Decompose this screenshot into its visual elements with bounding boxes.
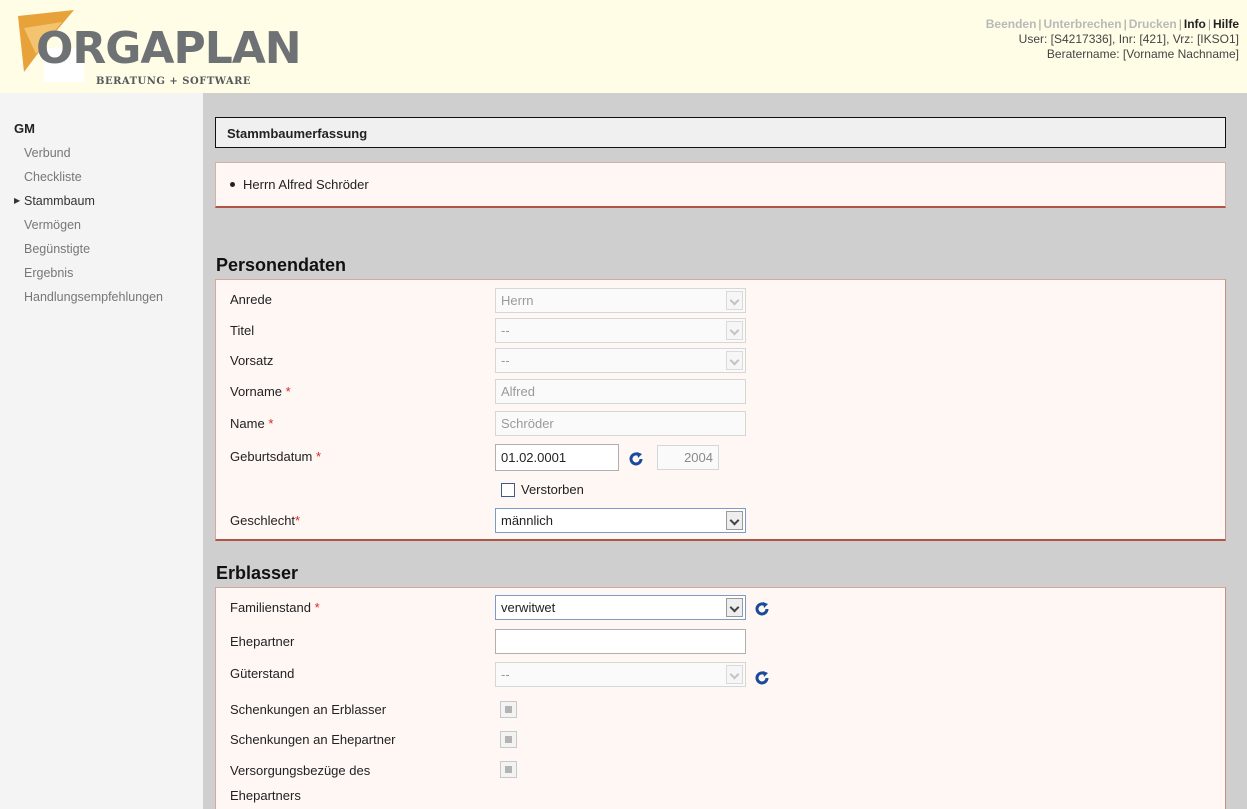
schenkungen-erblasser-checkbox[interactable]	[500, 701, 517, 718]
vorsatz-value: --	[501, 353, 510, 368]
app-header: ORGAPLAN BERATUNG + SOFTWARE Beenden | Unt…	[0, 0, 1247, 93]
geschlecht-label: Geschlecht*	[230, 513, 301, 528]
geburtsdatum-label: Geburtsdatum *	[230, 449, 322, 464]
hilfe-link[interactable]: Hilfe	[1213, 17, 1239, 31]
required-mark: *	[316, 449, 322, 464]
chevron-down-icon	[726, 598, 743, 617]
logo-wordmark: ORGAPLAN	[36, 23, 302, 74]
geburtsdatum-input[interactable]: 01.02.0001	[495, 444, 619, 471]
schenkungen-ehepartner-checkbox[interactable]	[500, 731, 517, 748]
name-input[interactable]: Schröder	[495, 411, 746, 436]
bullet-icon	[230, 182, 235, 188]
chevron-down-icon	[726, 511, 743, 530]
sidebar-item-verbund[interactable]: Verbund	[14, 144, 163, 168]
versorgungsbezuege-label-line2: Ehepartners	[230, 788, 301, 803]
ehepartner-label: Ehepartner	[230, 634, 295, 649]
familienstand-label: Familienstand *	[230, 600, 320, 615]
anrede-select[interactable]: Herrn	[495, 288, 746, 313]
person-summary: Herrn Alfred Schröder	[215, 162, 1226, 208]
vorname-label: Vorname *	[230, 384, 291, 399]
beenden-link[interactable]: Beenden	[986, 17, 1037, 31]
sidebar: GM Verbund Checkliste ▶ Stammbaum Vermöge…	[0, 93, 203, 809]
main-content: Stammbaumerfassung Herrn Alfred Schröder…	[203, 93, 1247, 809]
berater-info: Beratername: [Vorname Nachname]	[1046, 47, 1239, 61]
titel-value: --	[501, 323, 510, 338]
logo-subtitle: BERATUNG + SOFTWARE	[96, 76, 252, 87]
verstorben-checkbox[interactable]	[501, 483, 515, 497]
sidebar-item-handlungsempfehlungen[interactable]: Handlungsempfehlungen	[14, 288, 163, 312]
triangle-right-icon: ▶	[14, 196, 21, 205]
sidebar-menu: Verbund Checkliste ▶ Stammbaum Vermögen B…	[14, 144, 163, 312]
versorgungsbezuege-label-line1: Versorgungsbezüge des	[230, 763, 371, 778]
required-mark: *	[295, 513, 301, 528]
schenkungen-erblasser-label: Schenkungen an Erblasser	[230, 702, 387, 717]
anrede-value: Herrn	[501, 293, 534, 308]
ehepartner-input[interactable]	[495, 629, 746, 654]
familienstand-value: verwitwet	[501, 600, 556, 615]
required-mark: *	[314, 600, 320, 615]
sidebar-item-label: Stammbaum	[24, 194, 95, 208]
gueterstand-select[interactable]: --	[495, 662, 746, 687]
chevron-down-icon	[726, 351, 743, 370]
familienstand-select[interactable]: verwitwet	[495, 595, 746, 620]
info-link[interactable]: Info	[1184, 17, 1206, 31]
refresh-icon[interactable]	[754, 601, 770, 617]
sidebar-item-checkliste[interactable]: Checkliste	[14, 168, 163, 192]
section-erblasser: Familienstand * verwitwet Ehepartner Güt…	[215, 587, 1226, 809]
chevron-down-icon	[726, 321, 743, 340]
refresh-icon[interactable]	[628, 451, 644, 467]
section-title-personendaten: Personendaten	[216, 255, 347, 275]
section-title-erblasser: Erblasser	[216, 563, 299, 583]
sidebar-item-beguenstigte[interactable]: Begünstigte	[14, 240, 163, 264]
gueterstand-label: Güterstand	[230, 666, 295, 681]
name-label: Name *	[230, 416, 274, 431]
section-personendaten: Anrede Herrn Titel -- Vorsatz -- Vorname…	[215, 279, 1226, 541]
required-mark: *	[268, 416, 274, 431]
refresh-icon[interactable]	[754, 670, 770, 686]
sidebar-item-stammbaum[interactable]: ▶ Stammbaum	[14, 192, 163, 216]
sidebar-item-vermoegen[interactable]: Vermögen	[14, 216, 163, 240]
chevron-down-icon	[726, 291, 743, 310]
titel-label: Titel	[230, 323, 255, 338]
geschlecht-value: männlich	[501, 513, 554, 528]
orgaplan-logo: ORGAPLAN BERATUNG + SOFTWARE	[14, 8, 302, 90]
top-navigation: Beenden | Unterbrechen | Drucken | Info | Hilfe …	[985, 17, 1239, 61]
user-info: User: [S4217336], Inr: [421], Vrz: [IKSO…	[1018, 32, 1239, 46]
gueterstand-value: --	[501, 667, 510, 682]
geburtsjahr-field: 2004	[657, 445, 719, 470]
vorsatz-select[interactable]: --	[495, 348, 746, 373]
sidebar-title: GM	[14, 121, 35, 136]
versorgungsbezuege-checkbox[interactable]	[500, 761, 517, 778]
titel-select[interactable]: --	[495, 318, 746, 343]
required-mark: *	[285, 384, 291, 399]
page-title: Stammbaumerfassung	[215, 117, 1226, 148]
geschlecht-select[interactable]: männlich	[495, 508, 746, 533]
vorname-input[interactable]: Alfred	[495, 379, 746, 404]
drucken-link[interactable]: Drucken	[1129, 17, 1177, 31]
vorsatz-label: Vorsatz	[230, 353, 274, 368]
anrede-label: Anrede	[230, 292, 272, 307]
unterbrechen-link[interactable]: Unterbrechen	[1044, 17, 1122, 31]
person-name: Herrn Alfred Schröder	[243, 177, 369, 192]
verstorben-label: Verstorben	[521, 482, 584, 497]
chevron-down-icon	[726, 665, 743, 684]
schenkungen-ehepartner-label: Schenkungen an Ehepartner	[230, 732, 396, 747]
sidebar-item-ergebnis[interactable]: Ergebnis	[14, 264, 163, 288]
